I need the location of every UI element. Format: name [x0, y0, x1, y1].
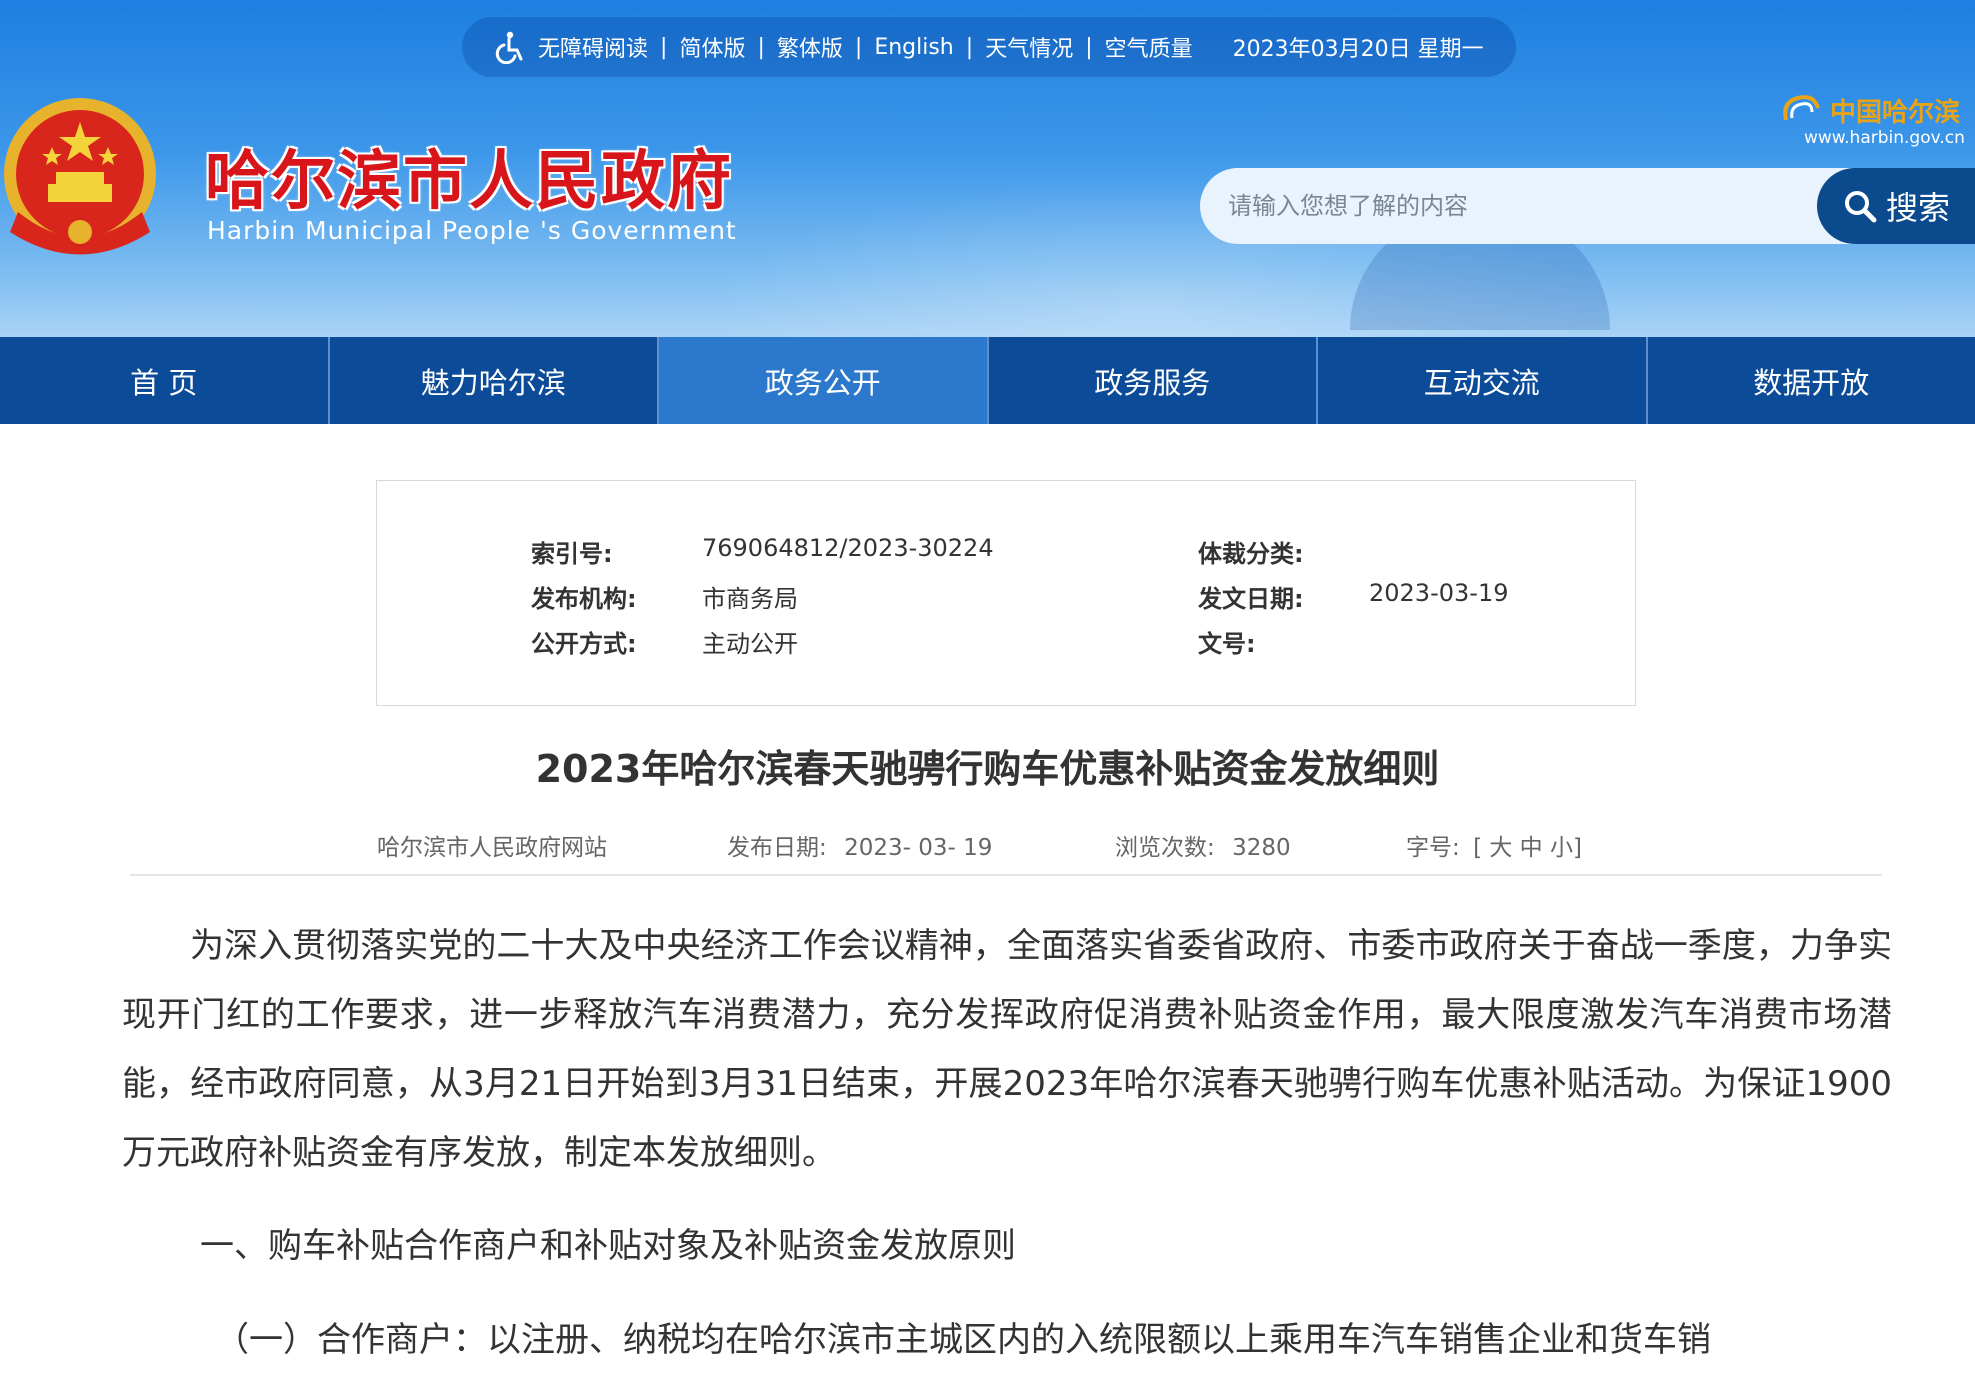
publish-date-value: 2023- 03- 19 [844, 835, 993, 861]
site-header: 无障碍阅读 | 简体版 | 繁体版 | English | 天气情况 | 空气质… [0, 0, 1975, 337]
accessibility-link[interactable]: 无障碍阅读 [492, 30, 648, 64]
publish-date: 发布日期: 2023- 03- 19 [727, 828, 992, 862]
article-paragraph: 为深入贯彻落实党的二十大及中央经济工作会议精神，全面落实省委省政府、市委市政府关… [122, 926, 1892, 1173]
issue-date-value: 2023-03-19 [1369, 579, 1509, 607]
search-bar: 搜索 [1200, 168, 1975, 244]
font-size-bracket-close: ] [1572, 835, 1582, 861]
simplified-link[interactable]: 简体版 [679, 31, 745, 63]
category-label: 体裁分类: [1198, 540, 1304, 568]
harbin-logo-url: www.harbin.gov.cn [1804, 128, 1965, 148]
separator: | [965, 34, 974, 60]
separator: | [660, 34, 668, 60]
article-divider [130, 874, 1882, 876]
harbin-logo-text: 中国哈尔滨 [1830, 98, 1961, 128]
weather-link[interactable]: 天气情况 [985, 31, 1073, 63]
index-value: 769064812/2023-30224 [702, 534, 994, 562]
font-size-label: 字号: [1406, 835, 1460, 861]
separator: | [854, 34, 863, 60]
nav-item-open-data[interactable]: 数据开放 [1648, 337, 1975, 424]
disclosure-label: 公开方式: [531, 630, 637, 658]
article-title: 2023年哈尔滨春天驰骋行购车优惠补贴资金发放细则 [535, 747, 1440, 791]
air-quality-link[interactable]: 空气质量 [1105, 31, 1193, 63]
article-source: 哈尔滨市人民政府网站 [377, 835, 607, 861]
traditional-link[interactable]: 繁体版 [777, 31, 843, 63]
publish-date-label: 发布日期: [727, 835, 827, 861]
publisher-label: 发布机构: [531, 585, 637, 613]
nav-item-charm-harbin[interactable]: 魅力哈尔滨 [330, 337, 659, 424]
national-emblem-logo[interactable] [0, 92, 160, 262]
harbin-logo-swirl-icon [1783, 95, 1820, 121]
search-icon [1844, 191, 1877, 223]
font-size-small-button[interactable]: 小 [1550, 835, 1573, 861]
doc-number-label: 文号: [1198, 630, 1256, 658]
document-metadata-box: 索引号: 769064812/2023-30224 体裁分类: 发布机构: 市商… [376, 480, 1636, 706]
nav-item-gov-services[interactable]: 政务服务 [989, 337, 1318, 424]
view-count-label: 浏览次数: [1115, 835, 1215, 861]
font-size-switcher: 字号: [ 大 中 小] [1406, 828, 1582, 862]
article-paragraph: （一）合作商户：以注册、纳税均在哈尔滨市主城区内的入统限额以上乘用车汽车销售企业… [215, 1320, 1711, 1360]
accessibility-label: 无障碍阅读 [538, 37, 649, 62]
current-date: 2023年03月20日 星期一 [1232, 37, 1484, 62]
nav-item-home[interactable]: 首 页 [0, 337, 330, 424]
harbin-gov-logo[interactable]: 中国哈尔滨 www.harbin.gov.cn [1780, 92, 1975, 152]
nav-item-interaction[interactable]: 互动交流 [1318, 337, 1648, 424]
main-nav: 首 页 魅力哈尔滨 政务公开 政务服务 互动交流 数据开放 [0, 337, 1975, 424]
wheelchair-icon [495, 31, 523, 64]
view-count-value: 3280 [1232, 835, 1291, 861]
font-size-medium-button[interactable]: 中 [1520, 835, 1543, 861]
separator: | [1085, 34, 1093, 60]
article-section-heading: 一、购车补贴合作商户和补贴对象及补贴资金发放原则 [200, 1226, 1016, 1266]
site-title: 哈尔滨市人民政府 [205, 144, 733, 219]
font-size-bracket-open: [ [1473, 835, 1483, 861]
font-size-large-button[interactable]: 大 [1489, 835, 1512, 861]
view-count: 浏览次数: 3280 [1115, 828, 1291, 862]
publisher-value: 市商务局 [702, 585, 798, 613]
index-label: 索引号: [531, 540, 613, 568]
issue-date-label: 发文日期: [1198, 585, 1304, 613]
english-link[interactable]: English [874, 35, 953, 60]
search-input[interactable] [1228, 168, 1748, 244]
top-utility-bar: 无障碍阅读 | 简体版 | 繁体版 | English | 天气情况 | 空气质… [462, 17, 1516, 77]
search-button-label: 搜索 [1885, 189, 1950, 227]
article-body: 为深入贯彻落实党的二十大及中央经济工作会议精神，全面落实省委省政府、市委市政府关… [122, 912, 1892, 1188]
site-subtitle: Harbin Municipal People 's Government [207, 216, 737, 245]
separator: | [757, 34, 765, 60]
search-button[interactable]: 搜索 [1817, 168, 1975, 244]
nav-item-gov-affairs-disclosure[interactable]: 政务公开 [659, 337, 989, 424]
disclosure-value: 主动公开 [702, 630, 798, 658]
